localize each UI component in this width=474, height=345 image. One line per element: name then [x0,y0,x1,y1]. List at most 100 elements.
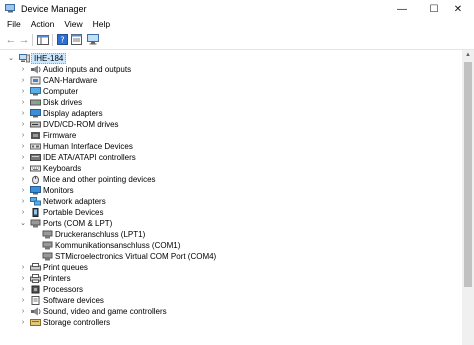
tree-item[interactable]: › Keyboards [0,163,462,174]
title-bar: Device Manager — ☐ ✕ [0,0,474,18]
scrollbar-thumb[interactable] [464,62,472,287]
toolbar: ← → ? [0,31,474,50]
properties-button[interactable] [69,33,83,46]
tree-item[interactable]: › Disk drives [0,97,462,108]
tree-item-label: Ports (COM & LPT) [43,219,113,228]
device-manager-app-icon [5,4,15,13]
tree-item-label: Monitors [43,186,74,195]
tree-item[interactable]: › Mice and other pointing devices [0,174,462,185]
expand-arrow-icon[interactable]: › [19,262,27,273]
minimize-button[interactable]: — [386,0,418,18]
menu-action[interactable]: Action [26,18,60,31]
expand-arrow-icon[interactable]: › [19,196,27,207]
tree-item-label: Firmware [43,131,77,140]
software-device-icon [31,296,40,305]
expand-arrow-icon[interactable]: › [19,207,27,218]
expand-arrow-icon[interactable]: › [19,86,27,97]
expand-arrow-icon[interactable]: › [19,97,27,108]
tree-item-label: Storage controllers [43,318,111,327]
tree-item[interactable]: › DVD/CD-ROM drives [0,119,462,130]
expand-arrow-icon[interactable]: › [19,284,27,295]
tree-item[interactable]: › Print queues [0,262,462,273]
mouse-icon [32,175,39,184]
tree-item[interactable]: › Computer [0,86,462,97]
forward-button[interactable]: → [17,33,31,46]
expand-arrow-icon[interactable]: › [19,273,27,284]
menu-help[interactable]: Help [88,18,115,31]
tree-item-label: DVD/CD-ROM drives [43,120,119,129]
expand-arrow-icon[interactable]: › [19,152,27,163]
tree-subitem[interactable]: Kommunikationsanschluss (COM1) [0,240,462,251]
close-icon: ✕ [453,3,463,15]
port-icon [42,252,53,261]
vertical-scrollbar[interactable]: ▲ [462,50,474,345]
tree-item[interactable]: › Sound, video and game controllers [0,306,462,317]
tree-item-ports[interactable]: ⌄ Ports (COM & LPT) [0,218,462,229]
tree-item[interactable]: › IDE ATA/ATAPI controllers [0,152,462,163]
keyboard-icon [30,165,41,172]
tree-item[interactable]: › Audio inputs and outputs [0,64,462,75]
window-title: Device Manager [21,4,87,14]
tree-item[interactable]: › Portable Devices [0,207,462,218]
tree-root-label: IHE-184 [31,53,67,64]
hid-icon [30,143,41,150]
tree-item[interactable]: › Processors [0,284,462,295]
tree-item[interactable]: › Network adapters [0,196,462,207]
svg-text:?: ? [60,36,64,45]
tree-subitem[interactable]: Druckeranschluss (LPT1) [0,229,462,240]
console-tree-icon [37,34,49,45]
storage-controller-icon [30,319,41,326]
scan-hardware-button[interactable] [86,33,100,46]
dvd-drive-icon [30,121,41,128]
collapse-arrow-icon[interactable]: ⌄ [19,218,27,229]
back-button[interactable]: ← [4,33,18,46]
expand-arrow-icon[interactable]: › [19,306,27,317]
help-button[interactable]: ? [55,33,69,46]
expand-arrow-icon[interactable]: › [19,317,27,328]
expand-arrow-icon[interactable]: › [19,64,27,75]
tree-item-label: Processors [43,285,84,294]
expand-arrow-icon[interactable]: › [19,108,27,119]
computer-icon [30,87,41,96]
tree-item-label: Human Interface Devices [43,142,133,151]
tree-item[interactable]: › Printers [0,273,462,284]
expand-arrow-icon[interactable]: › [19,185,27,196]
close-button[interactable]: ✕ [442,0,474,18]
tree-item-label: IDE ATA/ATAPI controllers [43,153,136,162]
tree-item[interactable]: › CAN-Hardware [0,75,462,86]
device-manager-window: Device Manager — ☐ ✕ File Action View He… [0,0,474,345]
expand-arrow-icon[interactable]: › [19,130,27,141]
tree-item-label: CAN-Hardware [43,76,98,85]
tree-item[interactable]: › Display adapters [0,108,462,119]
show-hide-console-tree-button[interactable] [36,33,50,46]
collapse-arrow-icon[interactable]: ⌄ [7,53,15,64]
processor-icon [31,285,40,294]
expand-arrow-icon[interactable]: › [19,163,27,174]
expand-arrow-icon[interactable]: › [19,141,27,152]
expand-arrow-icon[interactable]: › [19,75,27,86]
menu-file[interactable]: File [0,18,26,31]
expand-arrow-icon[interactable]: › [19,295,27,306]
tree-item[interactable]: › Human Interface Devices [0,141,462,152]
tree-item[interactable]: › Storage controllers [0,317,462,328]
scroll-up-arrow-icon[interactable]: ▲ [462,50,474,61]
tree-item[interactable]: › Monitors [0,185,462,196]
monitor-scan-icon [86,34,99,45]
tree-subitem[interactable]: STMicroelectronics Virtual COM Port (COM… [0,251,462,262]
expand-arrow-icon[interactable]: › [19,119,27,130]
tree-item-label: Mice and other pointing devices [43,175,156,184]
disk-drive-icon [30,99,41,106]
toolbar-separator [52,34,53,46]
back-arrow-icon: ← [5,33,17,46]
expand-arrow-icon[interactable]: › [19,174,27,185]
computer-icon [19,54,30,63]
tree-item[interactable]: › Software devices [0,295,462,306]
menu-bar: File Action View Help [0,18,474,31]
audio-icon [31,65,41,74]
tree-item-label: Disk drives [43,98,83,107]
tree-root[interactable]: ⌄ IHE-184 [0,53,462,64]
tree-item[interactable]: › Firmware [0,130,462,141]
sound-controller-icon [31,307,41,316]
tree-item-label: Network adapters [43,197,106,206]
menu-view[interactable]: View [59,18,87,31]
